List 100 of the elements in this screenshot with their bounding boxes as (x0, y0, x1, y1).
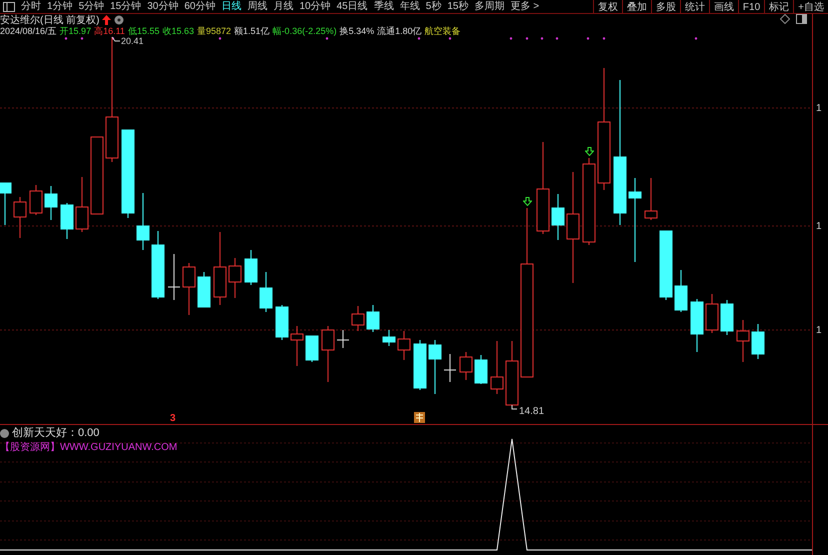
signal-dot (218, 37, 222, 40)
candle (460, 352, 472, 380)
settings-icon[interactable] (0, 428, 9, 438)
period-tab[interactable]: 多周期 (471, 0, 508, 14)
candle (660, 230, 672, 300)
toolbar-button[interactable]: 标记 (764, 0, 794, 14)
candle (552, 194, 564, 240)
signal-dot (586, 37, 590, 40)
candle (260, 272, 272, 312)
toolbar-button[interactable]: +自选 (793, 0, 828, 14)
panel-icon[interactable] (3, 2, 15, 12)
period-tab[interactable]: 月线 (270, 0, 296, 14)
axis-label: 1 (816, 220, 822, 234)
price-label: 14.81 (519, 405, 544, 419)
candle (644, 178, 658, 220)
up-arrow-icon (102, 15, 112, 25)
period-tab[interactable]: 60分钟 (181, 0, 218, 14)
toolbar-button[interactable]: 统计 (680, 0, 709, 14)
toolbar-button[interactable]: 多股 (650, 0, 680, 14)
period-tab[interactable]: 季线 (370, 0, 397, 14)
candle (182, 262, 196, 316)
candle (752, 324, 764, 360)
signal-dot (510, 37, 512, 40)
candle (352, 306, 364, 332)
period-tab[interactable]: 更多 > (507, 0, 542, 14)
signal-dot (326, 37, 328, 40)
period-tab[interactable]: 分时 (18, 0, 44, 14)
candle (198, 272, 210, 308)
candle (444, 354, 456, 382)
period-tab[interactable]: 45日线 (334, 0, 371, 14)
source-text: 【股资源网】WWW.GUZIYUANW.COM (0, 440, 178, 455)
signal-dot (602, 37, 606, 40)
candle (44, 186, 58, 220)
settings-icon[interactable] (114, 15, 124, 25)
quote-value: 额1.51亿 (234, 26, 270, 36)
candle (244, 250, 258, 286)
candle (60, 202, 74, 240)
signal-dot (112, 37, 114, 40)
candle (414, 340, 426, 390)
diamond-icon[interactable] (780, 14, 790, 24)
panel-icon[interactable] (796, 14, 807, 24)
signal-dot (526, 37, 528, 40)
candle (690, 298, 704, 352)
sector-text: 航空装备 (424, 26, 461, 36)
period-tab[interactable]: 15秒 (444, 0, 472, 14)
quote-value: 流通1.80亿 (377, 26, 422, 36)
candle (490, 340, 504, 394)
quote-value: 换5.34% (340, 26, 374, 36)
candle (382, 330, 396, 346)
candle (736, 320, 750, 362)
period-tab[interactable]: 30分钟 (144, 0, 182, 14)
axis-label: 1 (816, 102, 822, 116)
leader-line (512, 404, 518, 410)
candle (30, 184, 42, 216)
signal-dot (556, 37, 558, 40)
down-arrow-icon (523, 197, 532, 206)
candle (228, 258, 242, 298)
candle (290, 326, 304, 366)
period-tab[interactable]: 5分钟 (76, 0, 108, 14)
period-tab[interactable]: 5秒 (422, 0, 444, 14)
toolbar-button[interactable]: 画线 (708, 0, 738, 14)
signal-dot (540, 37, 544, 40)
period-tab[interactable]: 周线 (244, 0, 270, 14)
axis-label: 1 (816, 324, 822, 338)
quote-value: 量95872 (197, 26, 232, 36)
candle (76, 176, 88, 232)
candle (14, 196, 26, 238)
indicator-value: 创新天天好：0.00 (12, 426, 100, 441)
price-label: 20.41 (121, 36, 144, 46)
period-tab[interactable]: 15分钟 (107, 0, 144, 14)
toolbar-button[interactable]: F10 (738, 0, 764, 14)
candle (474, 354, 488, 384)
candle (276, 304, 288, 340)
candle (398, 330, 410, 360)
toolbar-button[interactable]: 叠加 (622, 0, 651, 14)
quote-value: 高16.11 (94, 26, 125, 36)
date-text: 2024/08/16/五 (0, 26, 57, 36)
quote-value: 幅-0.36(-2.25%) (272, 26, 337, 36)
leader-line (112, 36, 120, 42)
candle (168, 254, 180, 300)
candle (720, 300, 734, 336)
period-tab[interactable]: 10分钟 (296, 0, 334, 14)
candle (706, 294, 718, 334)
signal-marker: 3 (170, 412, 176, 426)
down-arrow-icon (585, 147, 594, 156)
signal-dot (64, 37, 68, 40)
period-tab[interactable]: 日线 (218, 0, 244, 14)
candle (336, 330, 350, 348)
candle (306, 336, 318, 362)
quote-value: 开15.97 (60, 26, 92, 36)
candle (506, 340, 518, 406)
candle (152, 230, 164, 300)
signal-dot (694, 37, 698, 40)
toolbar-button[interactable]: 复权 (592, 0, 622, 14)
quote-value: 低15.55 (128, 26, 160, 36)
signal-icon (414, 412, 425, 423)
period-tab[interactable]: 年线 (396, 0, 423, 14)
candle (136, 192, 150, 250)
period-tab[interactable]: 1分钟 (44, 0, 76, 14)
quote-value: 收15.63 (162, 26, 194, 36)
